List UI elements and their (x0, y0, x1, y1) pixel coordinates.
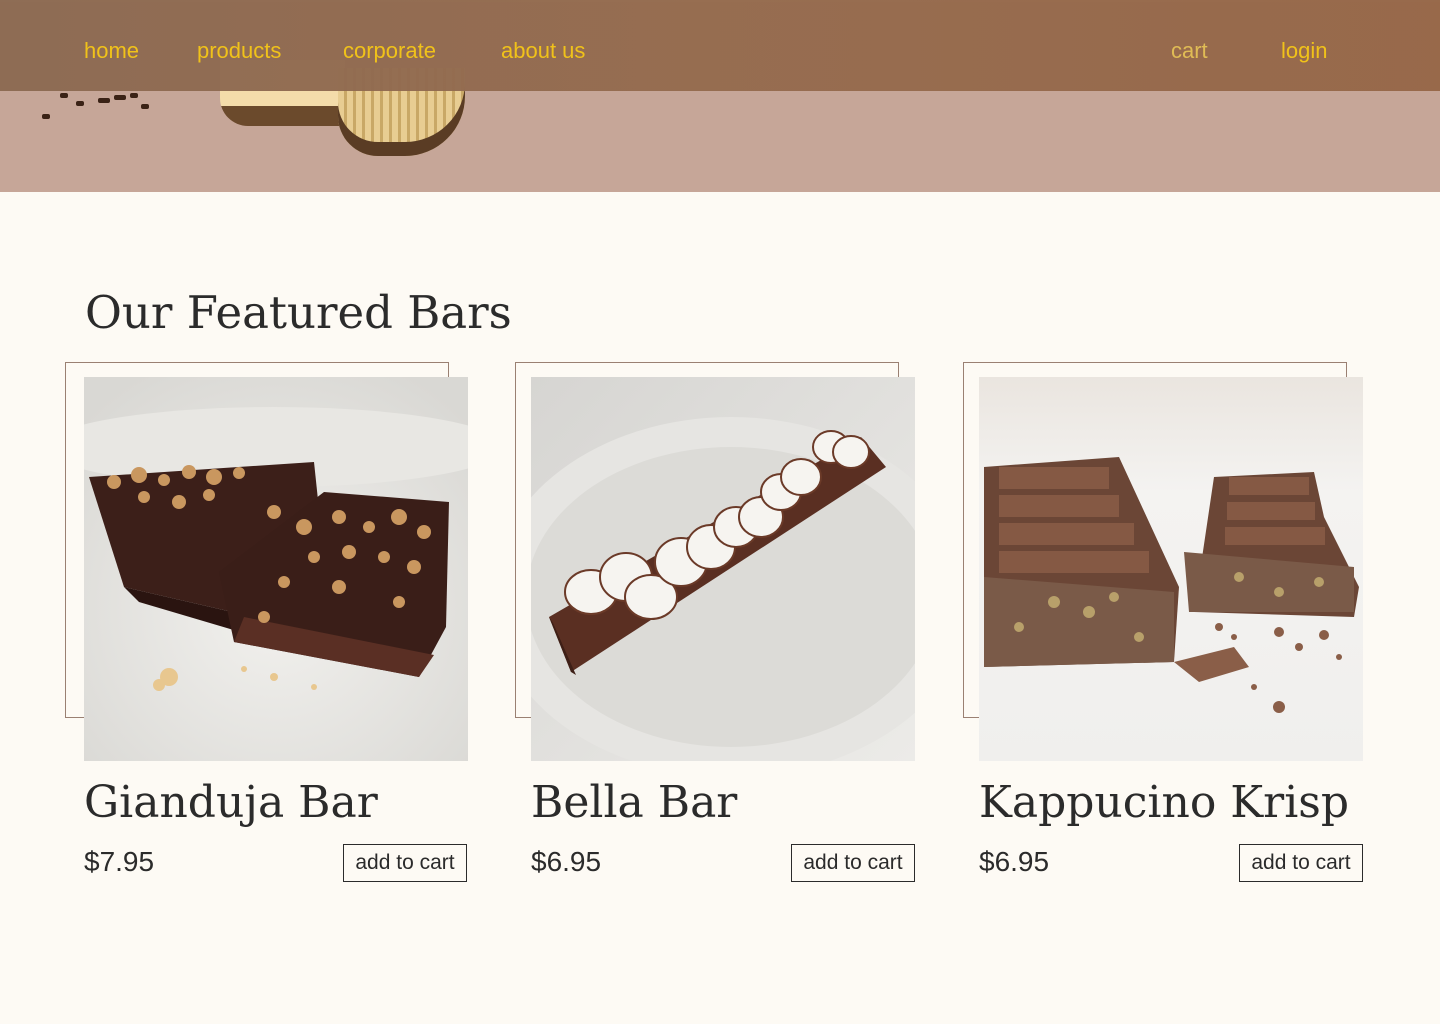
product-name: Gianduja Bar (84, 777, 378, 828)
product-price: $6.95 (531, 846, 602, 877)
product-price: $6.95 (979, 846, 1050, 877)
product-image-kappucino-krisp[interactable] (979, 377, 1363, 761)
chocolate-crumb (98, 98, 110, 103)
chocolate-crumb (42, 114, 50, 119)
nav-home[interactable]: home (84, 36, 139, 66)
product-price: $7.95 (84, 846, 155, 877)
featured-bars-heading: Our Featured Bars (85, 286, 512, 339)
chocolate-crumb (76, 101, 84, 106)
product-card: Kappucino Krisp $6.95 add to cart (963, 362, 1363, 892)
nav-cart[interactable]: cart (1171, 36, 1208, 66)
add-to-cart-button[interactable]: add to cart (791, 844, 915, 882)
add-to-cart-button[interactable]: add to cart (343, 844, 467, 882)
chocolate-crumb (114, 95, 126, 100)
add-to-cart-button[interactable]: add to cart (1239, 844, 1363, 882)
product-name: Bella Bar (531, 777, 738, 828)
chocolate-crumb (60, 93, 68, 98)
nav-corporate[interactable]: corporate (343, 36, 436, 66)
chocolate-crumb (130, 93, 138, 98)
top-nav: home products corporate about us cart lo… (0, 0, 1440, 91)
nav-login[interactable]: login (1281, 36, 1327, 66)
chocolate-crumb (141, 104, 149, 109)
nav-products[interactable]: products (197, 36, 281, 66)
product-image-bella-bar[interactable] (531, 377, 915, 761)
product-image-gianduja-bar[interactable] (84, 377, 468, 761)
product-name: Kappucino Krisp (979, 777, 1350, 828)
product-card: Bella Bar $6.95 add to cart (515, 362, 915, 892)
product-card: Gianduja Bar $7.95 add to cart (65, 362, 468, 892)
nav-about-us[interactable]: about us (501, 36, 585, 66)
